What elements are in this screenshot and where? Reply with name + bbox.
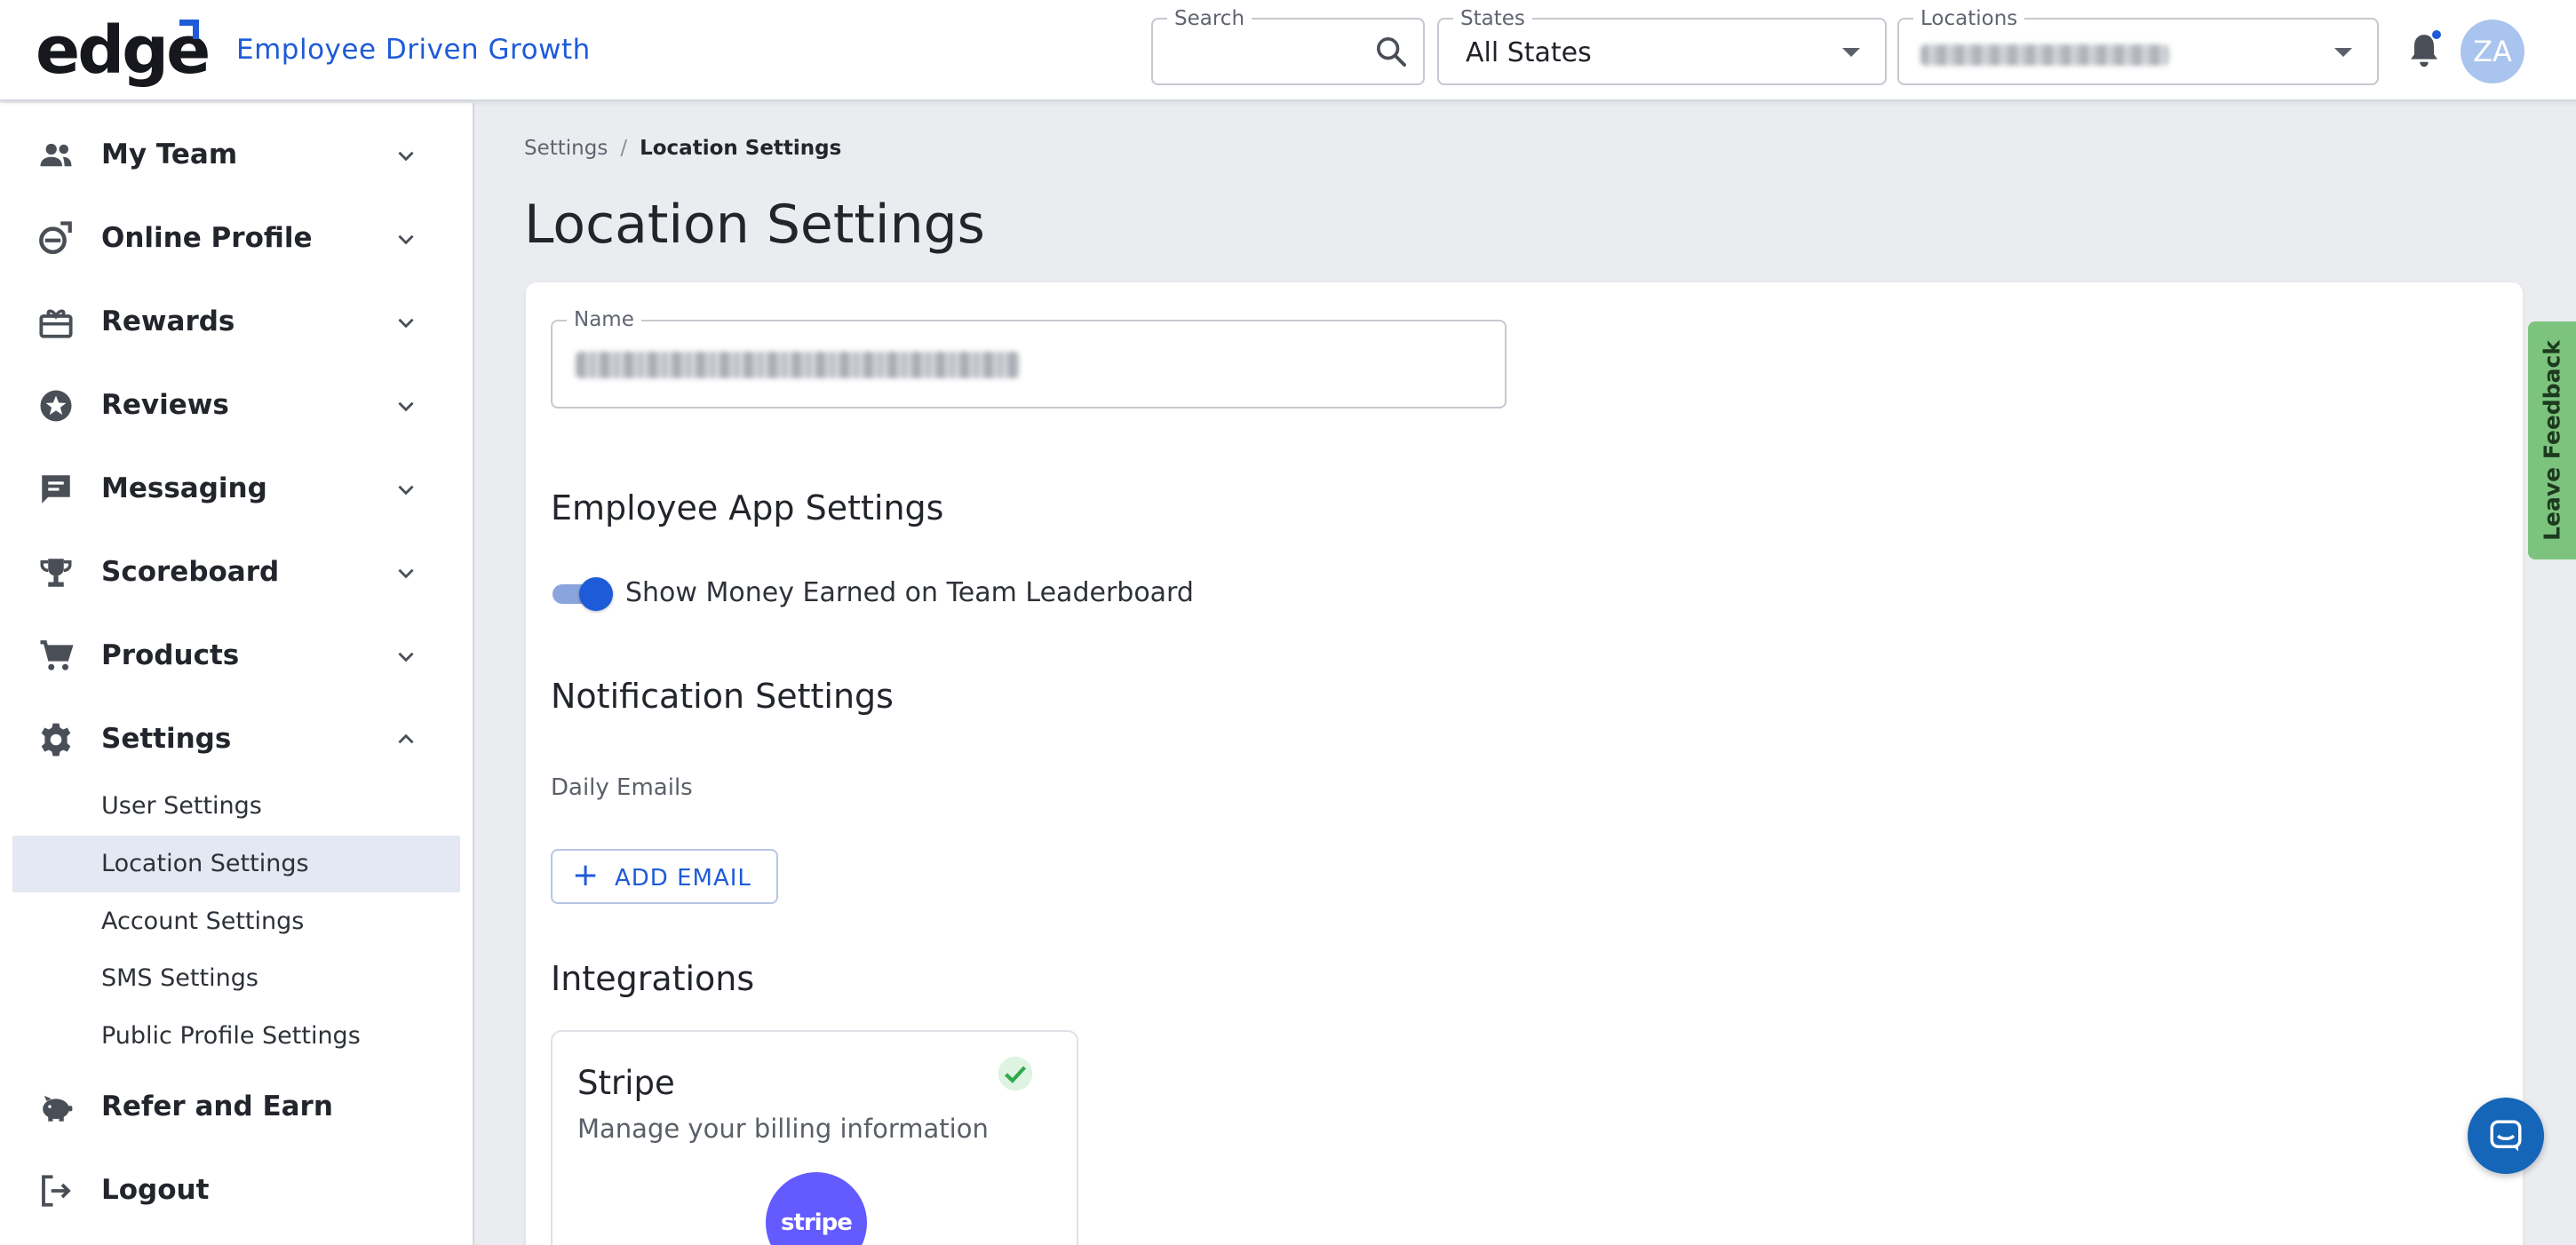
sidebar-item-label: Reviews	[101, 389, 229, 421]
add-email-button[interactable]: + ADD EMAIL	[551, 849, 778, 904]
gift-icon	[39, 309, 73, 338]
notification-settings-title: Notification Settings	[551, 677, 894, 716]
chevron-down-icon	[398, 401, 414, 412]
avatar[interactable]: ZA	[2461, 20, 2524, 83]
sidebar-subitem-sms-settings[interactable]: SMS Settings	[12, 950, 460, 1007]
chevron-down-icon	[398, 568, 414, 579]
sidebar-item-scoreboard[interactable]: Scoreboard	[0, 536, 474, 607]
sidebar-item-label: Messaging	[101, 472, 267, 504]
toggle-thumb	[579, 577, 613, 611]
sidebar-subitem-user-settings[interactable]: User Settings	[12, 778, 460, 835]
location-name-field[interactable]: Name	[551, 308, 1507, 408]
chevron-down-icon	[398, 652, 414, 662]
top-header: edge Employee Driven Growth Search State…	[0, 0, 2576, 101]
employee-app-settings-title: Employee App Settings	[551, 488, 944, 527]
sidebar-subitem-label: Location Settings	[101, 850, 309, 877]
sidebar-item-products[interactable]: Products	[0, 620, 474, 691]
sidebar-item-logout[interactable]: Logout	[0, 1154, 474, 1225]
chat-icon	[2490, 1120, 2522, 1152]
sidebar-subitem-public-profile-settings[interactable]: Public Profile Settings	[12, 1008, 460, 1065]
cart-icon	[40, 640, 74, 670]
daily-emails-label: Daily Emails	[551, 774, 693, 801]
logo-corner-mark	[179, 20, 199, 39]
chat-launcher-button[interactable]	[2468, 1098, 2544, 1174]
leave-feedback-label: Leave Feedback	[2539, 340, 2565, 541]
check-circle-icon	[998, 1056, 1033, 1091]
leave-feedback-tab[interactable]: Leave Feedback	[2528, 321, 2576, 559]
locations-select[interactable]: Locations	[1897, 7, 2379, 85]
sidebar-subitem-label: SMS Settings	[101, 964, 258, 992]
team-icon	[40, 143, 72, 167]
sidebar-item-online-profile[interactable]: Online Profile	[0, 202, 474, 274]
sidebar-subitem-label: Account Settings	[101, 908, 305, 935]
sidebar-subitem-label: Public Profile Settings	[101, 1022, 361, 1050]
locations-label: Locations	[1913, 7, 2025, 30]
star-badge-icon	[40, 390, 72, 422]
sidebar-item-label: Rewards	[101, 305, 235, 337]
search-label: Search	[1167, 7, 1252, 30]
chevron-up-icon	[398, 734, 414, 744]
sidebar: My Team Online Profile Rewards Reviews M…	[0, 103, 474, 1245]
sidebar-item-my-team[interactable]: My Team	[0, 119, 474, 190]
sidebar-item-reviews[interactable]: Reviews	[0, 369, 474, 440]
logout-icon	[42, 1175, 71, 1207]
show-money-toggle-label: Show Money Earned on Team Leaderboard	[625, 577, 1194, 608]
sidebar-item-label: Refer and Earn	[101, 1090, 333, 1122]
integrations-title: Integrations	[551, 959, 755, 998]
sidebar-item-rewards[interactable]: Rewards	[0, 286, 474, 357]
states-select[interactable]: States All States	[1437, 7, 1887, 85]
search-icon[interactable]	[1373, 34, 1409, 69]
breadcrumb-separator: /	[620, 137, 628, 160]
search-field[interactable]: Search	[1151, 7, 1425, 85]
breadcrumb-settings-link[interactable]: Settings	[524, 137, 608, 160]
chevron-down-icon	[2334, 48, 2352, 57]
gear-icon	[41, 723, 71, 757]
states-label: States	[1453, 7, 1532, 30]
sidebar-item-label: Scoreboard	[101, 556, 280, 588]
sidebar-subitem-label: User Settings	[101, 792, 262, 820]
stripe-logo: stripe	[766, 1172, 867, 1245]
breadcrumb: Settings / Location Settings	[524, 137, 841, 160]
stripe-integration-card[interactable]: Stripe Manage your billing information s…	[551, 1030, 1078, 1245]
sidebar-subitem-account-settings[interactable]: Account Settings	[12, 893, 460, 950]
chevron-down-icon	[398, 234, 414, 245]
sidebar-item-label: Products	[101, 639, 240, 671]
chevron-down-icon	[398, 318, 414, 329]
page-title: Location Settings	[524, 194, 985, 256]
stripe-description: Manage your billing information	[577, 1114, 989, 1144]
show-money-toggle[interactable]	[551, 575, 615, 611]
trophy-icon	[40, 559, 72, 587]
chevron-down-icon	[398, 485, 414, 496]
sidebar-item-messaging[interactable]: Messaging	[0, 453, 474, 524]
sidebar-item-settings[interactable]: Settings	[0, 703, 474, 774]
sidebar-item-label: Logout	[101, 1174, 210, 1206]
name-label: Name	[567, 308, 641, 331]
plus-icon: +	[572, 857, 600, 893]
settings-card: Name Employee App Settings Show Money Ea…	[526, 282, 2523, 1245]
stripe-title: Stripe	[577, 1064, 675, 1102]
chevron-down-icon	[1842, 48, 1860, 57]
sidebar-item-label: My Team	[101, 139, 238, 170]
tagline: Employee Driven Growth	[236, 34, 591, 66]
sidebar-item-label: Settings	[101, 723, 232, 755]
states-value: All States	[1466, 37, 1592, 68]
locations-value-redacted	[1920, 44, 2169, 66]
notification-dot	[2430, 28, 2443, 41]
sidebar-item-label: Online Profile	[101, 222, 313, 254]
piggy-bank-icon	[43, 1095, 73, 1122]
message-icon	[42, 475, 70, 504]
sidebar-subitem-location-settings[interactable]: Location Settings	[12, 836, 460, 892]
location-name-value-redacted[interactable]	[576, 352, 1020, 378]
breadcrumb-current: Location Settings	[640, 137, 842, 160]
online-profile-icon	[39, 221, 72, 255]
chevron-down-icon	[398, 151, 414, 162]
add-email-label: ADD EMAIL	[615, 865, 751, 892]
sidebar-item-refer-and-earn[interactable]: Refer and Earn	[0, 1071, 474, 1142]
